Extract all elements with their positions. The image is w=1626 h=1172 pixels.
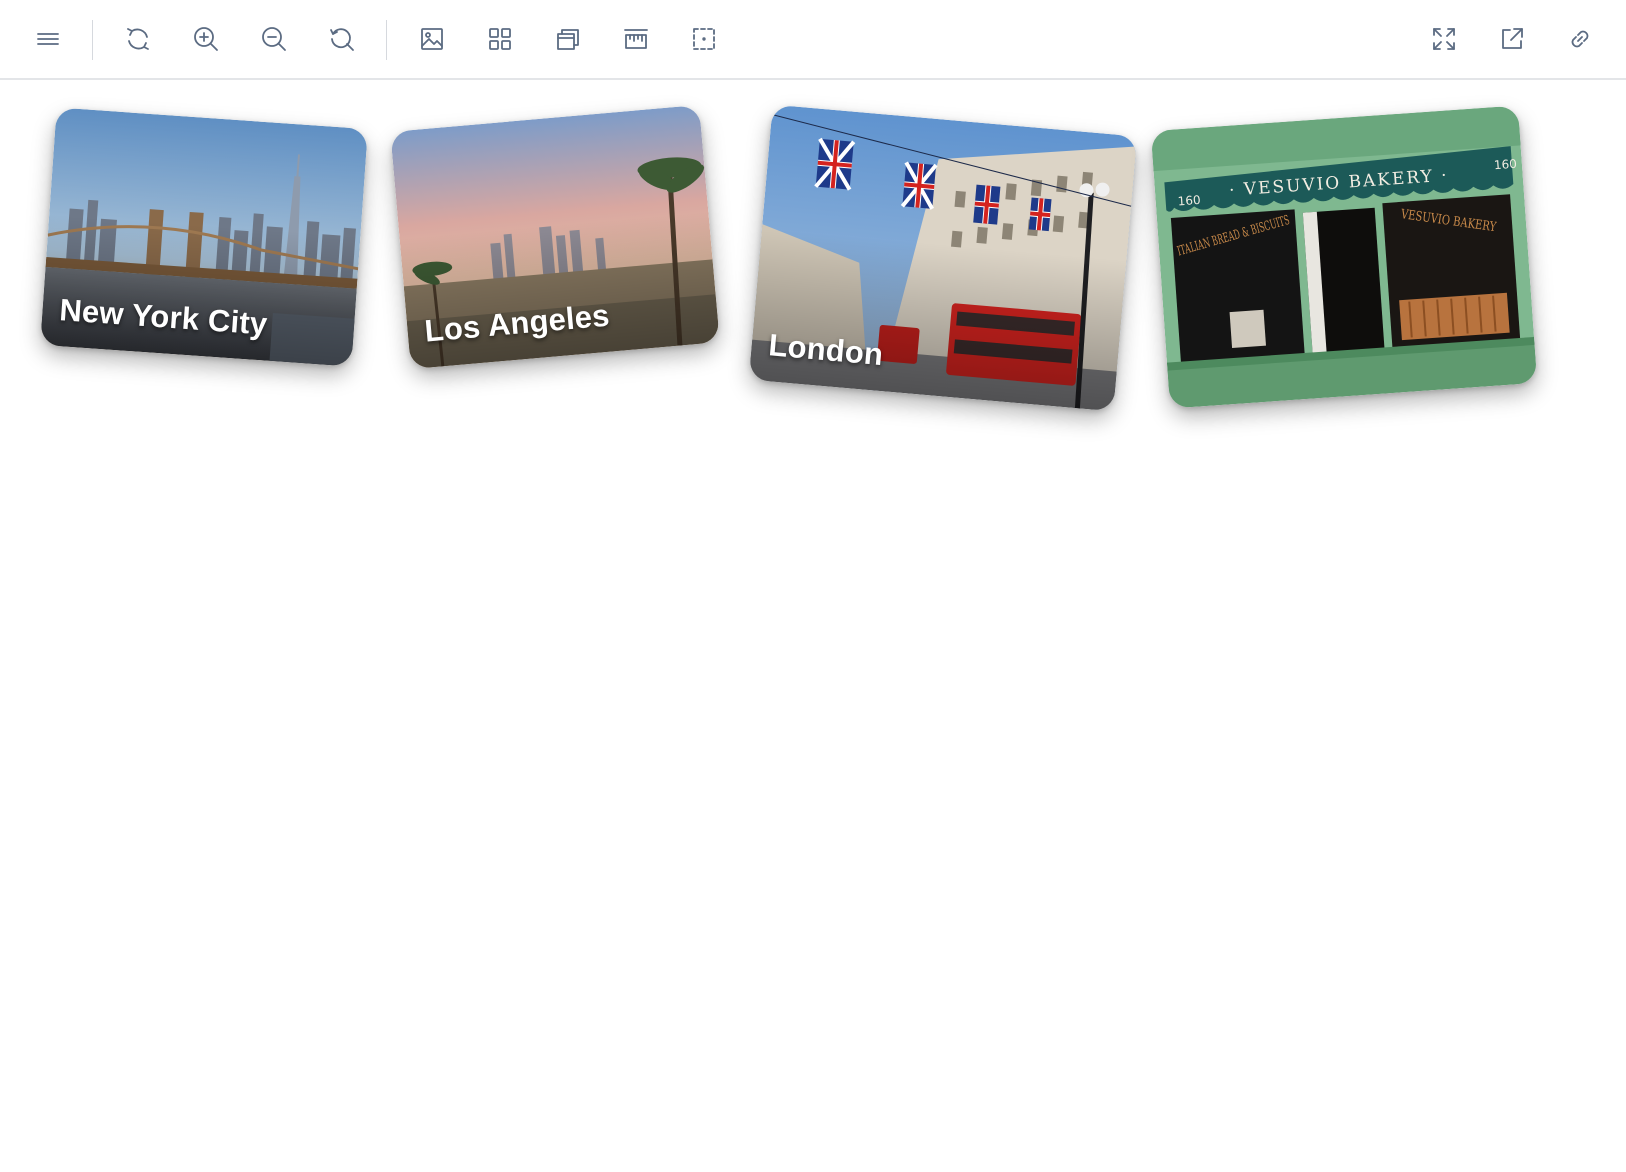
city-card-new-york[interactable]: New York City xyxy=(40,107,368,367)
ruler-icon[interactable] xyxy=(616,19,656,59)
grid-icon[interactable] xyxy=(480,19,520,59)
toolbar-divider xyxy=(92,20,93,60)
open-external-icon[interactable] xyxy=(1492,19,1532,59)
card-shade xyxy=(40,214,361,367)
rotate-icon[interactable] xyxy=(118,19,158,59)
image-icon[interactable] xyxy=(412,19,452,59)
menu-icon[interactable] xyxy=(28,19,68,59)
card-shade xyxy=(748,228,1127,412)
layers-icon[interactable] xyxy=(548,19,588,59)
select-area-icon[interactable] xyxy=(684,19,724,59)
bakery-photo: · VESUVIO BAKERY · 160 160 ITALIAN BREAD… xyxy=(1150,105,1538,409)
city-card-london[interactable]: London xyxy=(748,104,1138,412)
reset-zoom-icon[interactable] xyxy=(322,19,362,59)
zoom-in-icon[interactable] xyxy=(186,19,226,59)
zoom-out-icon[interactable] xyxy=(254,19,294,59)
toolbar xyxy=(0,0,1626,80)
awning-number-right: 160 xyxy=(1493,157,1517,173)
city-card-los-angeles[interactable]: Los Angeles xyxy=(390,104,720,370)
fullscreen-icon[interactable] xyxy=(1424,19,1464,59)
link-icon[interactable] xyxy=(1560,19,1600,59)
awning-number-left: 160 xyxy=(1177,193,1201,209)
toolbar-divider xyxy=(386,20,387,60)
city-card-bakery[interactable]: · VESUVIO BAKERY · 160 160 ITALIAN BREAD… xyxy=(1150,105,1538,409)
